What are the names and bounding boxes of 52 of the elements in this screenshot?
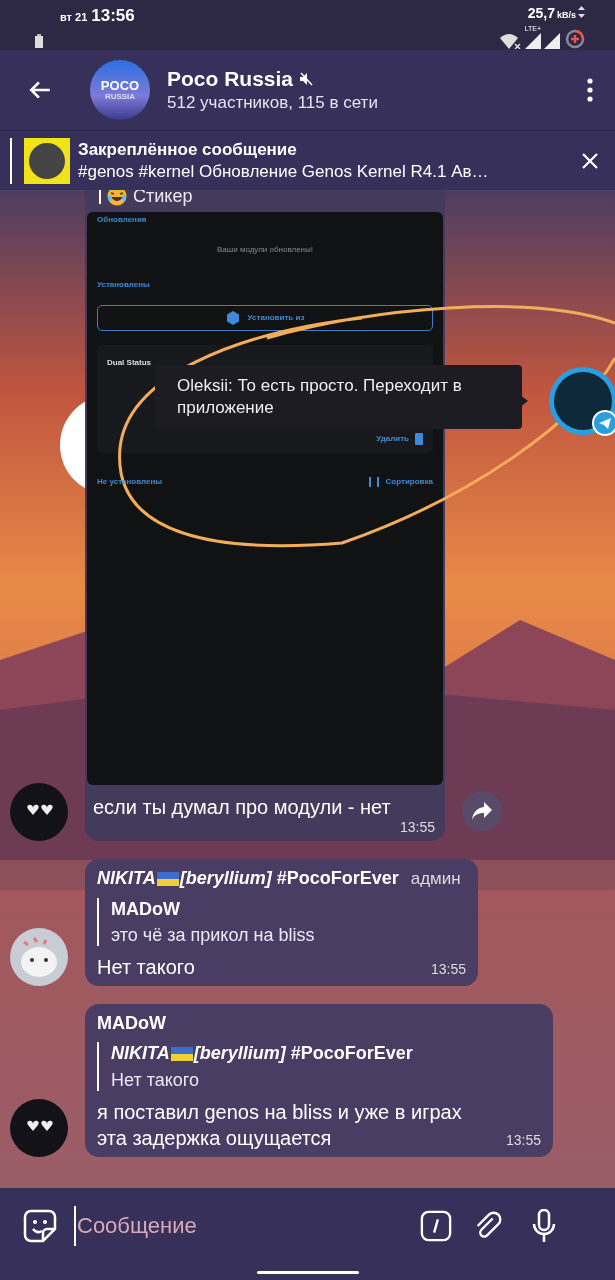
quoted-sender[interactable]: NIKITA [beryllium] #PocoForEver bbox=[111, 1040, 413, 1067]
more-icon bbox=[587, 78, 593, 102]
message-text: я поставил genos на bliss и уже в играх эта задержка ощущается bbox=[97, 1100, 463, 1151]
status-date: вт 21 bbox=[60, 10, 88, 25]
data-arrows-icon bbox=[578, 6, 585, 18]
speed-unit: kB/s bbox=[557, 9, 576, 22]
message-time: 13:55 bbox=[506, 1131, 542, 1150]
data-saver-icon bbox=[565, 29, 585, 49]
avatar-logo-subtext: RUSSIA bbox=[104, 92, 136, 101]
share-arrow-icon bbox=[472, 802, 492, 820]
message-text: Нет такого bbox=[97, 955, 196, 980]
section-heading: Установлены bbox=[97, 279, 151, 291]
admin-label: админ bbox=[410, 867, 461, 890]
quoted-message[interactable]: MADoW это чё за прикол на bliss bbox=[111, 896, 315, 948]
message-text: если ты думал про модули - нет bbox=[93, 795, 391, 819]
close-icon bbox=[582, 152, 598, 169]
sender-name[interactable]: NIKITA [beryllium] #PocoForEver bbox=[97, 865, 399, 892]
quoted-text: Нет такого bbox=[111, 1069, 200, 1092]
flag-icon bbox=[170, 1046, 193, 1061]
wifi-off-icon bbox=[499, 33, 522, 49]
pinned-title: Закреплённое сообщение bbox=[78, 138, 298, 161]
network-speed: 25,7 bbox=[527, 4, 555, 23]
quoted-text: это чё за прикол на bliss bbox=[111, 924, 315, 947]
avatar-logo-text: POCO bbox=[100, 79, 140, 92]
pinned-text: #genos #kernel Обновление Genos Kernel R4.1 Ав… bbox=[78, 160, 490, 183]
laughing-emoji-icon bbox=[107, 190, 127, 206]
user-avatar[interactable] bbox=[10, 1099, 68, 1157]
member-count: 512 участников, 115 в сети bbox=[167, 92, 379, 114]
sort-icon bbox=[367, 475, 380, 489]
user-avatar[interactable] bbox=[10, 783, 68, 841]
sort-button[interactable]: Сортировка bbox=[367, 475, 433, 489]
flag-icon bbox=[156, 871, 179, 886]
module-name: Dual Status bbox=[107, 357, 152, 369]
quoted-message[interactable]: NIKITA [beryllium] #PocoForEver Нет такого bbox=[111, 1040, 413, 1093]
notice-text: Ваши модули обновлены! bbox=[217, 244, 313, 256]
status-time: 13:56 bbox=[91, 5, 135, 27]
pinned-thumbnail bbox=[24, 137, 70, 184]
pinned-message-bar[interactable]: Закреплённое сообщение #genos #kernel Обновление Genos Kernel R4.1 Ав… bbox=[0, 130, 615, 190]
chat-head-bubble[interactable] bbox=[547, 365, 615, 437]
message-time: 13:55 bbox=[431, 960, 467, 979]
delete-button[interactable]: Удалить bbox=[376, 433, 423, 445]
battery-icon bbox=[35, 33, 43, 48]
message-time: 13:55 bbox=[399, 819, 436, 835]
quoted-sender: MADoW bbox=[111, 898, 181, 921]
tooltip: Oleksii: То есть просто. Переходит в приложение bbox=[155, 365, 522, 429]
trash-icon bbox=[415, 433, 423, 445]
section-heading: Обновления bbox=[97, 214, 148, 226]
install-button[interactable]: Установить из bbox=[97, 305, 433, 331]
group-avatar[interactable]: POCO RUSSIA bbox=[90, 60, 150, 120]
chat-title[interactable]: Poco Russia bbox=[167, 66, 294, 92]
cube-icon bbox=[225, 311, 240, 325]
sender-name[interactable]: MADoW bbox=[97, 1010, 166, 1036]
